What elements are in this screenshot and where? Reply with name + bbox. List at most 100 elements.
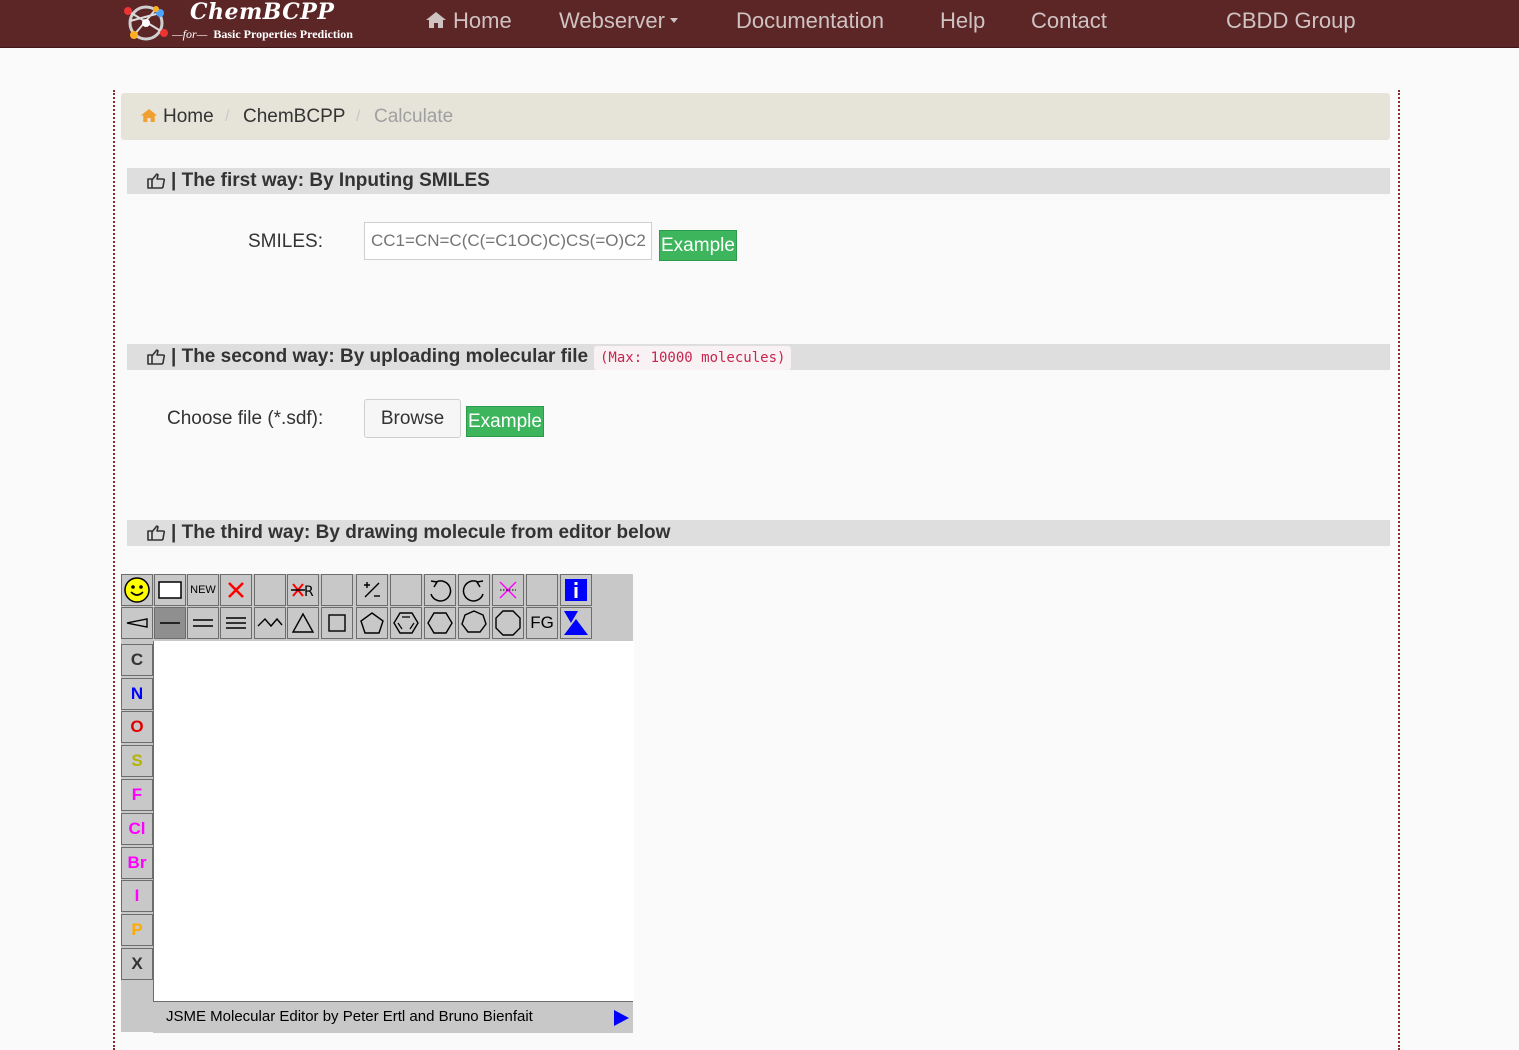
benzene-ring-icon (393, 612, 419, 634)
undo-button[interactable] (424, 574, 456, 606)
smiles-label: SMILES: (248, 231, 323, 252)
atom-c-button[interactable]: C (121, 644, 153, 676)
smiles-input[interactable] (364, 222, 652, 260)
plus-minus-icon (364, 582, 380, 598)
delete-r-icon: R (291, 583, 314, 600)
info-button[interactable] (560, 574, 592, 606)
single-bond-icon (160, 622, 180, 624)
chain-button[interactable] (254, 607, 286, 639)
heptagon-ring-icon (461, 610, 487, 633)
close-icon (228, 582, 244, 598)
hand-pointer-icon (147, 349, 166, 365)
wedge-bond-button[interactable] (121, 607, 153, 639)
empty-tool-button[interactable] (526, 574, 558, 606)
breadcrumb-chembcpp[interactable]: ChemBCPP (243, 93, 345, 140)
atom-label: N (130, 684, 144, 703)
logo-name: ChemBCPP (190, 0, 335, 25)
double-bond-icon (193, 619, 213, 627)
single-bond-button[interactable] (154, 607, 186, 639)
delete-button[interactable] (220, 574, 252, 606)
clear-canvas-button[interactable] (154, 574, 186, 606)
atom-label: X (131, 954, 143, 973)
atom-n-button[interactable]: N (121, 678, 153, 710)
atom-label: C (130, 650, 144, 669)
atom-o-button[interactable]: O (121, 711, 153, 743)
atom-s-button[interactable]: S (121, 745, 153, 777)
ring-8-button[interactable] (492, 607, 524, 639)
logo-for: —for— (172, 27, 208, 41)
atom-i-button[interactable]: I (121, 880, 153, 912)
atom-x-button[interactable]: X (121, 948, 153, 980)
site-logo[interactable]: ChemBCPP —for— Basic Properties Predictio… (120, 0, 380, 47)
logo-subtitle: —for— Basic Properties Prediction (172, 27, 353, 42)
charge-button[interactable] (356, 574, 388, 606)
fg-label: FG (530, 613, 554, 632)
drawing-canvas[interactable] (153, 641, 634, 1001)
empty-tool-button[interactable] (254, 574, 286, 606)
section-header-upload: | The second way: By uploading molecular… (127, 344, 1390, 370)
double-bond-button[interactable] (187, 607, 219, 639)
empty-tool-button[interactable] (321, 574, 353, 606)
undo-icon (430, 580, 452, 602)
section-header-smiles: | The first way: By Inputing SMILES (127, 168, 1390, 194)
atom-label: I (134, 886, 140, 905)
chain-icon (257, 617, 283, 628)
nav-cbdd-group[interactable]: CBDD Group (1226, 8, 1356, 34)
new-molecule-button[interactable]: NEW (187, 574, 219, 606)
hand-pointer-icon (147, 173, 166, 189)
functional-group-button[interactable]: FG (526, 607, 558, 639)
benzene-ring-button[interactable] (390, 607, 422, 639)
logo-subtitle-text: Basic Properties Prediction (213, 27, 353, 41)
nav-home[interactable]: Home (425, 8, 512, 34)
delete-r-group-button[interactable]: R (287, 574, 319, 606)
ring-7-button[interactable] (458, 607, 490, 639)
triangle-ring-icon (291, 612, 315, 633)
mark-icon (499, 581, 517, 599)
breadcrumb-home[interactable]: Home (140, 93, 214, 140)
smiley-icon (124, 577, 150, 603)
atom-f-button[interactable]: F (121, 779, 153, 811)
atom-label: Cl (128, 819, 146, 838)
breadcrumb-home-label: Home (163, 106, 214, 127)
info-icon (565, 579, 587, 601)
redo-button[interactable] (458, 574, 490, 606)
mark-atom-button[interactable] (492, 574, 524, 606)
nav-webserver[interactable]: Webserver (559, 8, 678, 34)
browse-button[interactable]: Browse (364, 399, 461, 438)
jsme-status-bar: JSME Molecular Editor by Peter Ertl and … (153, 1001, 633, 1033)
ring-6-button[interactable] (424, 607, 456, 639)
top-navbar: ChemBCPP —for— Basic Properties Predictio… (0, 0, 1519, 48)
atom-cl-button[interactable]: Cl (121, 813, 153, 845)
svg-text:R: R (304, 584, 314, 600)
flip-button[interactable] (560, 607, 592, 639)
ring-3-button[interactable] (287, 607, 319, 639)
nav-documentation[interactable]: Documentation (736, 8, 884, 34)
octagon-ring-icon (495, 610, 521, 636)
breadcrumb-current: Calculate (374, 106, 454, 127)
play-arrow-icon[interactable] (614, 1010, 629, 1026)
atom-br-button[interactable]: Br (121, 847, 153, 879)
atom-label: F (131, 785, 143, 804)
triple-bond-icon (226, 617, 246, 629)
section-title: | The third way: By drawing molecule fro… (171, 522, 671, 543)
breadcrumb-separator: / (356, 108, 361, 125)
atom-p-button[interactable]: P (121, 914, 153, 946)
pentagon-ring-icon (360, 612, 384, 634)
ring-4-button[interactable] (321, 607, 353, 639)
nav-help[interactable]: Help (940, 8, 985, 34)
new-label: NEW (190, 584, 216, 596)
nav-contact[interactable]: Contact (1031, 8, 1107, 34)
smiles-example-button[interactable]: Example (659, 230, 737, 261)
smiley-button[interactable] (121, 574, 153, 606)
ring-5-button[interactable] (356, 607, 388, 639)
section-header-draw: | The third way: By drawing molecule fro… (127, 520, 1390, 546)
triple-bond-button[interactable] (220, 607, 252, 639)
flip-triangle-icon (564, 611, 588, 635)
breadcrumb: Home / ChemBCPP / Calculate (121, 93, 1390, 140)
jsme-molecular-editor: NEW R FG C N O S F Cl Br I P X JSME Mole… (121, 574, 634, 1033)
section-title: | The second way: By uploading molecular… (171, 346, 589, 367)
max-molecules-badge: (Max: 10000 molecules) (594, 346, 792, 370)
file-example-button[interactable]: Example (466, 406, 544, 437)
empty-tool-button[interactable] (390, 574, 422, 606)
nav-webserver-label: Webserver (559, 8, 665, 33)
